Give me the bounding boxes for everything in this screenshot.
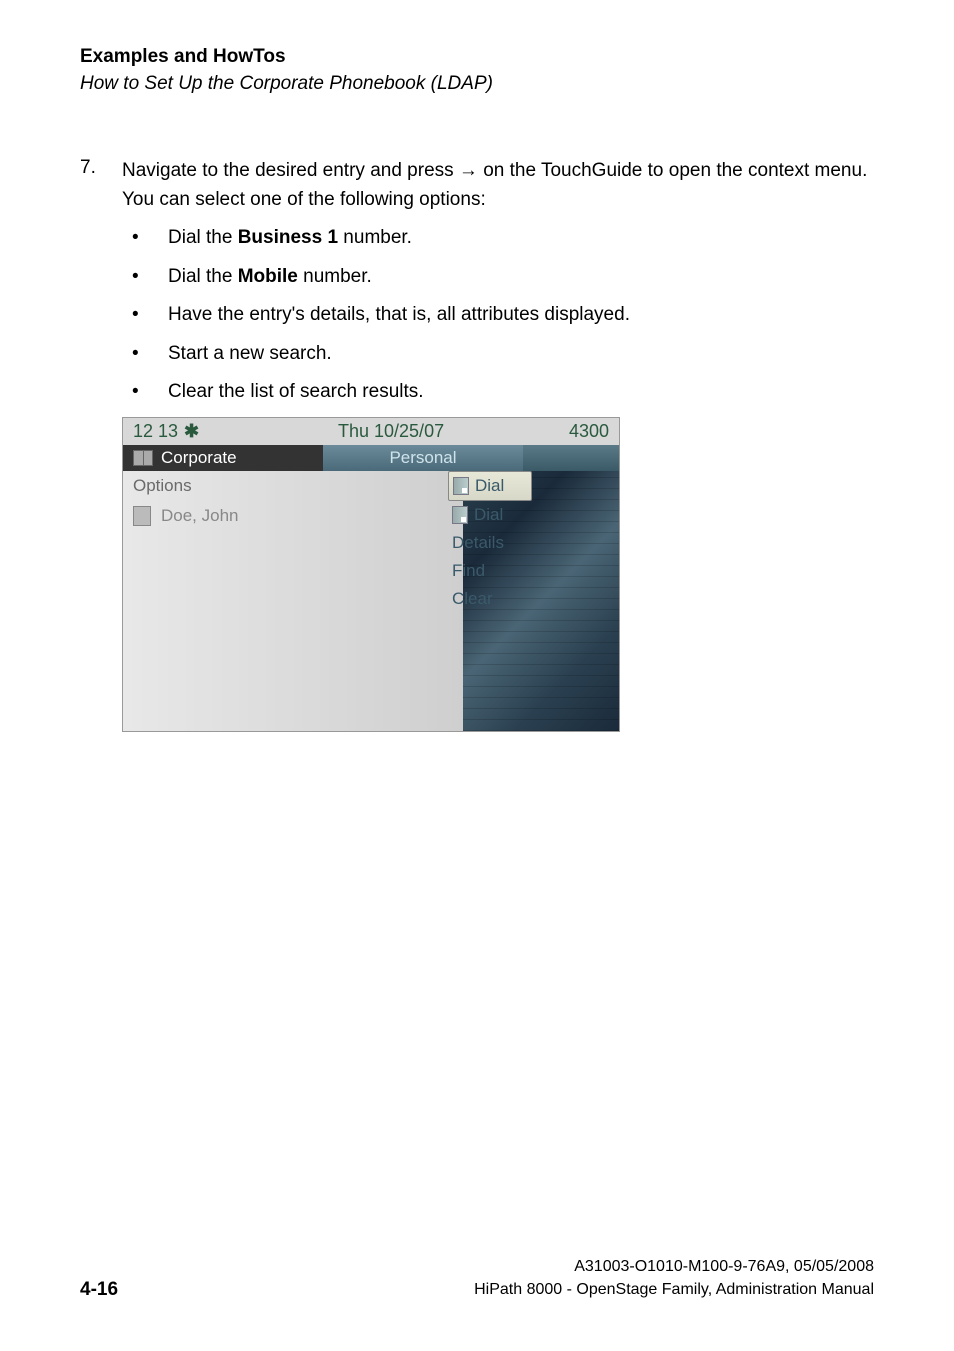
manual-name: HiPath 8000 - OpenStage Family, Administ… xyxy=(474,1279,874,1301)
doc-id: A31003-O1010-M100-9-76A9, 05/05/2008 xyxy=(474,1256,874,1278)
list-text: Have the entry's details, that is, all a… xyxy=(168,301,630,330)
tab-label: Corporate xyxy=(161,448,237,468)
step-number: 7. xyxy=(80,157,122,214)
person-icon xyxy=(133,506,151,526)
tab-filler xyxy=(523,445,619,471)
bluetooth-icon: ✱ xyxy=(184,421,199,442)
entry-name: Doe, John xyxy=(161,506,239,526)
page-header: Examples and HowTos How to Set Up the Co… xyxy=(80,44,874,97)
step-text-before: Navigate to the desired entry and press xyxy=(122,160,459,181)
menu-find[interactable]: Find xyxy=(448,557,532,585)
menu-clear[interactable]: Clear xyxy=(448,585,532,613)
tab-label: Personal xyxy=(389,448,456,468)
menu-label: Clear xyxy=(452,589,493,609)
phone-tabs: Corporate Personal xyxy=(123,445,619,471)
bullet-icon: • xyxy=(122,301,168,330)
list-item: • Clear the list of search results. xyxy=(122,378,874,407)
menu-label: Details xyxy=(452,533,504,553)
business-icon xyxy=(453,477,469,495)
menu-label: Dial xyxy=(474,505,503,525)
status-extension: 4300 xyxy=(569,421,609,442)
row-options[interactable]: Options xyxy=(123,471,463,501)
page-number: 4-16 xyxy=(80,1279,118,1301)
bullet-icon: • xyxy=(122,224,168,253)
phone-screenshot: 12 13 ✱ Thu 10/25/07 4300 Corporate Pers… xyxy=(122,417,620,732)
list-text: Start a new search. xyxy=(168,340,332,369)
list-text: Clear the list of search results. xyxy=(168,378,424,407)
tab-corporate[interactable]: Corporate xyxy=(123,445,323,471)
list-text: Dial the Mobile number. xyxy=(168,263,372,292)
list-item: • Dial the Mobile number. xyxy=(122,263,874,292)
status-time: 12 13 xyxy=(133,421,178,442)
menu-dial-mobile[interactable]: Dial xyxy=(448,501,532,529)
menu-label: Dial xyxy=(475,476,504,496)
header-title: Examples and HowTos xyxy=(80,44,874,71)
row-entry[interactable]: Doe, John xyxy=(123,501,463,531)
list-item: • Start a new search. xyxy=(122,340,874,369)
status-date: Thu 10/25/07 xyxy=(199,421,569,442)
status-left: 12 13 ✱ xyxy=(133,421,199,442)
menu-label: Find xyxy=(452,561,485,581)
options-list: • Dial the Business 1 number. • Dial the… xyxy=(122,224,874,407)
phone-statusbar: 12 13 ✱ Thu 10/25/07 4300 xyxy=(123,418,619,445)
bullet-icon: • xyxy=(122,378,168,407)
menu-dial-business[interactable]: Dial xyxy=(448,471,532,501)
context-menu: Dial Dial Details Find Clear xyxy=(448,471,532,613)
header-subtitle: How to Set Up the Corporate Phonebook (L… xyxy=(80,71,874,98)
page-footer: 4-16 A31003-O1010-M100-9-76A9, 05/05/200… xyxy=(80,1256,874,1301)
list-text: Dial the Business 1 number. xyxy=(168,224,412,253)
footer-right: A31003-O1010-M100-9-76A9, 05/05/2008 HiP… xyxy=(474,1256,874,1301)
list-item: • Have the entry's details, that is, all… xyxy=(122,301,874,330)
phone-list: Options Doe, John xyxy=(123,471,463,731)
step-7: 7. Navigate to the desired entry and pre… xyxy=(80,157,874,214)
phone-body: Options Doe, John Dial Dial Details Find xyxy=(123,471,619,731)
menu-details[interactable]: Details xyxy=(448,529,532,557)
list-item: • Dial the Business 1 number. xyxy=(122,224,874,253)
book-icon xyxy=(133,450,153,466)
arrow-icon: → xyxy=(459,160,478,181)
step-text: Navigate to the desired entry and press … xyxy=(122,157,874,214)
bullet-icon: • xyxy=(122,340,168,369)
tab-personal[interactable]: Personal xyxy=(323,445,523,471)
bullet-icon: • xyxy=(122,263,168,292)
options-label: Options xyxy=(133,476,192,496)
mobile-icon xyxy=(452,506,468,524)
